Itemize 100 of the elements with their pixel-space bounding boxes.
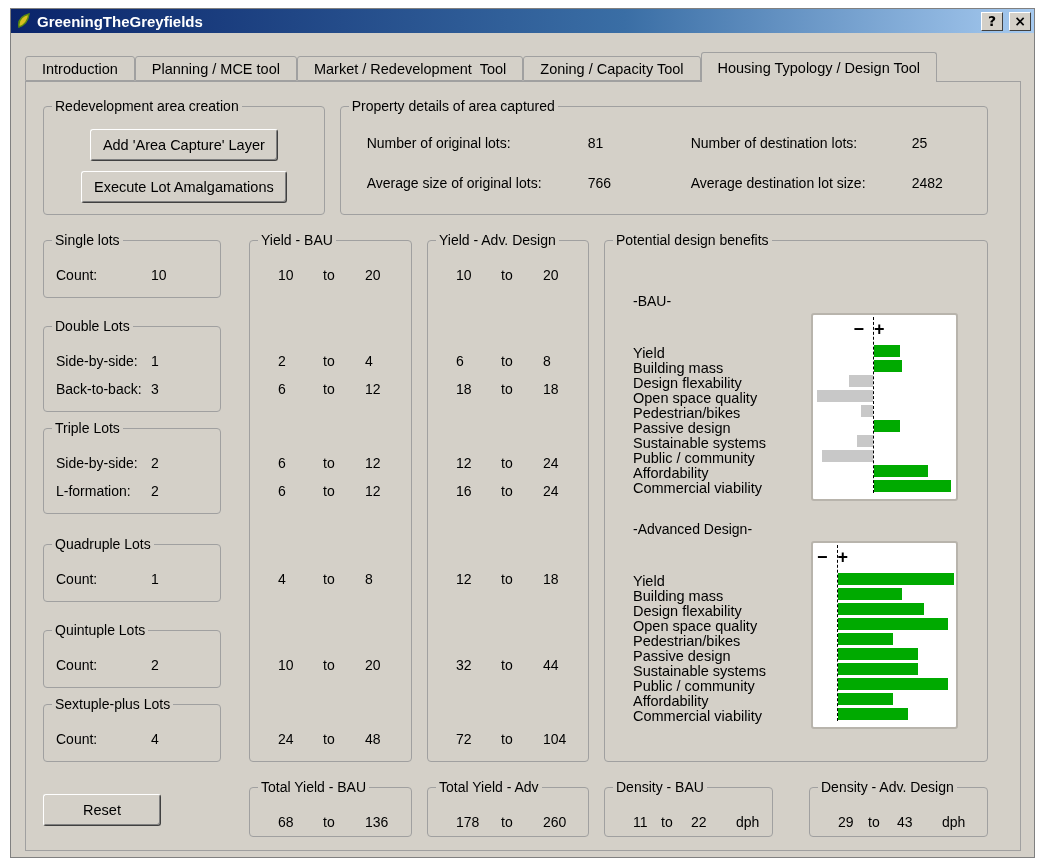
action-button[interactable]: Add 'Area Capture' Layer	[89, 129, 278, 161]
range-from: 6	[278, 381, 287, 397]
range-from: 18	[456, 381, 473, 397]
help-button[interactable]: ?	[981, 11, 1003, 31]
leaf-logo-icon	[17, 13, 31, 29]
plus-sign: +	[873, 318, 885, 340]
lot-label: Count:	[56, 657, 99, 673]
range-separator: to	[323, 571, 336, 587]
benefit-label: Pedestrian/bikes	[633, 406, 741, 421]
benefit-label: Commercial viability	[633, 709, 763, 724]
range-separator: to	[323, 731, 336, 747]
range-from: 10	[278, 267, 295, 283]
tab[interactable]: Introduction	[25, 56, 135, 81]
benefit-label: Open space quality	[633, 619, 759, 634]
range-from: 10	[456, 267, 473, 283]
reset-button[interactable]: Reset	[43, 794, 161, 826]
range-separator: to	[501, 267, 514, 283]
group-title: Redevelopment area creation	[52, 98, 242, 114]
action-button[interactable]: Execute Lot Amalgamations	[80, 171, 287, 203]
range-to: 48	[365, 731, 382, 747]
chart-title: -Advanced Design-	[633, 521, 753, 537]
group-title: Density - Adv. Design	[818, 779, 957, 795]
range-separator: to	[501, 455, 514, 471]
minus-sign: −	[817, 546, 828, 568]
range-to: 8	[543, 353, 552, 369]
tab[interactable]: Zoning / Capacity Tool	[523, 56, 701, 81]
range-separator: to	[323, 483, 336, 499]
unit-label: dph	[942, 814, 967, 830]
benefit-label: Building mass	[633, 589, 725, 604]
range-to: 20	[543, 267, 560, 283]
lot-count: 10	[151, 267, 168, 283]
range-to: 12	[365, 483, 382, 499]
benefit-label: Affordability	[633, 694, 709, 709]
range-to: 43	[897, 814, 914, 830]
range-from: 6	[456, 353, 465, 369]
range-to: 20	[365, 657, 382, 673]
plus-sign: +	[837, 546, 849, 568]
group-title: Yield - BAU	[258, 232, 336, 248]
range-separator: to	[501, 731, 514, 747]
benefit-label: Commercial viability	[633, 481, 763, 496]
range-from: 10	[278, 657, 295, 673]
range-separator: to	[323, 657, 336, 673]
benefit-label: Pedestrian/bikes	[633, 634, 741, 649]
range-separator: to	[323, 814, 336, 830]
range-from: 68	[278, 814, 295, 830]
lot-label: Count:	[56, 571, 99, 587]
benefit-label: Building mass	[633, 361, 725, 376]
range-separator: to	[661, 814, 674, 830]
tab[interactable]: Planning / MCE tool	[134, 56, 297, 81]
range-from: 178	[456, 814, 481, 830]
field-label: Number of destination lots:	[690, 135, 859, 151]
group-title: Property details of area captured	[348, 98, 558, 114]
chart-title: -BAU-	[633, 293, 672, 309]
range-from: 32	[456, 657, 473, 673]
benefit-label: Passive design	[633, 649, 732, 664]
range-to: 22	[691, 814, 708, 830]
tab[interactable]: Housing Typology / Design Tool	[700, 52, 938, 82]
range-to: 136	[365, 814, 390, 830]
benefit-label: Sustainable systems	[633, 436, 767, 451]
lot-label: Back-to-back:	[56, 381, 143, 397]
range-to: 12	[365, 455, 382, 471]
range-from: 29	[838, 814, 855, 830]
benefit-label: Open space quality	[633, 391, 759, 406]
benefit-label: Design flexability	[633, 604, 743, 619]
group-title: Sextuple-plus Lots	[52, 696, 174, 712]
group-title: Triple Lots	[52, 420, 123, 436]
range-separator: to	[323, 353, 336, 369]
benefit-label: Affordability	[633, 466, 709, 481]
field-value: 766	[587, 175, 613, 191]
benefit-label: Sustainable systems	[633, 664, 767, 679]
benefit-label: Design flexability	[633, 376, 743, 391]
range-separator: to	[501, 657, 514, 673]
benefit-label: Public / community	[633, 451, 755, 466]
lot-count: 2	[151, 455, 160, 471]
lot-count: 1	[151, 353, 160, 369]
group-title: Quintuple Lots	[52, 622, 149, 638]
range-separator: to	[323, 455, 336, 471]
close-button[interactable]: ×	[1009, 11, 1031, 31]
range-from: 6	[278, 483, 287, 499]
range-to: 18	[543, 381, 560, 397]
group-title: Total Yield - BAU	[258, 779, 370, 795]
range-separator: to	[501, 381, 514, 397]
field-value: 81	[587, 135, 605, 151]
unit-label: dph	[736, 814, 761, 830]
group-title: Single lots	[52, 232, 123, 248]
field-value: 2482	[911, 175, 944, 191]
range-from: 24	[278, 731, 295, 747]
range-to: 20	[365, 267, 382, 283]
field-label: Average size of original lots:	[366, 175, 543, 191]
range-from: 12	[456, 571, 473, 587]
range-to: 24	[543, 455, 560, 471]
field-value: 25	[911, 135, 929, 151]
range-from: 11	[633, 814, 649, 830]
range-separator: to	[323, 267, 336, 283]
tab[interactable]: Market / Redevelopment Tool	[296, 56, 524, 81]
lot-label: Side-by-side:	[56, 353, 139, 369]
minus-sign: −	[853, 318, 864, 340]
range-to: 12	[365, 381, 382, 397]
lot-label: L-formation:	[56, 483, 132, 499]
range-to: 4	[365, 353, 374, 369]
